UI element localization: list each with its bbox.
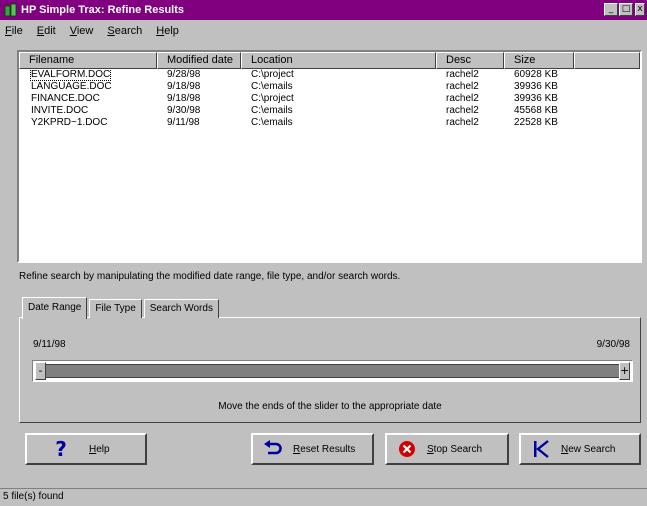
new-search-button[interactable]: New Search xyxy=(519,433,641,465)
slider-hint-text: Move the ends of the slider to the appro… xyxy=(218,401,442,412)
minimize-button[interactable]: _ xyxy=(604,3,618,16)
table-row[interactable]: LANGUAGE.DOC 9/18/98 C:\emails rachel2 3… xyxy=(19,81,640,93)
slider-max-date: 9/30/98 xyxy=(596,339,630,350)
slider-selected-range xyxy=(41,364,620,378)
cell-size: 39936 KB xyxy=(514,93,558,104)
cell-filename: FINANCE.DOC xyxy=(31,93,100,104)
question-mark-icon: ? xyxy=(51,439,71,459)
menu-edit[interactable]: Edit xyxy=(37,25,56,37)
status-bar: 5 file(s) found xyxy=(0,488,647,506)
cell-modified: 9/11/98 xyxy=(167,117,200,128)
cell-modified: 9/28/98 xyxy=(167,69,201,80)
instructions-text: Refine search by manipulating the modifi… xyxy=(19,271,401,282)
help-button-label: Help xyxy=(89,443,110,455)
help-button[interactable]: ? Help xyxy=(25,433,147,465)
slider-right-handle[interactable]: + xyxy=(619,362,630,380)
menu-help[interactable]: Help xyxy=(156,25,179,37)
menu-view[interactable]: View xyxy=(70,25,94,37)
cell-size: 22528 KB xyxy=(514,117,558,128)
list-header: Filename Modified date Location Desc Siz… xyxy=(19,52,640,69)
table-row[interactable]: INVITE.DOC 9/30/98 C:\emails rachel2 455… xyxy=(19,105,640,117)
cell-modified: 9/18/98 xyxy=(167,93,201,104)
column-header-size[interactable]: Size xyxy=(504,52,574,69)
maximize-button[interactable]: □ xyxy=(619,3,633,16)
cell-location: C:\emails xyxy=(251,81,293,92)
slider-min-date: 9/11/98 xyxy=(33,339,66,350)
close-button[interactable]: x xyxy=(635,3,645,16)
date-range-panel: 9/11/98 9/30/98 - + Move the ends of the… xyxy=(19,317,641,423)
cell-location: C:\project xyxy=(251,69,294,80)
new-search-label: New Search xyxy=(561,443,616,455)
cell-location: C:\emails xyxy=(251,117,293,128)
cell-filename: EVALFORM.DOC xyxy=(29,69,112,81)
date-range-slider[interactable]: - + xyxy=(32,360,633,382)
window-title: HP Simple Trax: Refine Results xyxy=(21,4,185,16)
tab-strip: Date Range File Type Search Words xyxy=(22,296,221,319)
tab-date-range[interactable]: Date Range xyxy=(22,297,88,319)
menu-search[interactable]: Search xyxy=(107,25,142,37)
cell-size: 39936 KB xyxy=(514,81,558,92)
cell-modified: 9/18/98 xyxy=(167,81,201,92)
reset-results-label: Reset Results xyxy=(293,443,356,455)
column-header-location[interactable]: Location xyxy=(241,52,436,69)
title-bar[interactable]: HP Simple Trax: Refine Results _ □ x xyxy=(0,0,647,20)
stop-icon xyxy=(397,439,417,459)
table-row[interactable]: EVALFORM.DOC 9/28/98 C:\project rachel2 … xyxy=(19,69,640,81)
table-row[interactable]: FINANCE.DOC 9/18/98 C:\project rachel2 3… xyxy=(19,93,640,105)
cell-filename: LANGUAGE.DOC xyxy=(31,81,112,92)
app-window: HP Simple Trax: Refine Results _ □ x Fil… xyxy=(0,0,647,506)
rewind-to-start-icon xyxy=(531,439,551,459)
cell-location: C:\project xyxy=(251,93,294,104)
menu-file[interactable]: File xyxy=(5,25,23,37)
stop-search-label: Stop Search xyxy=(427,443,483,455)
column-header-modified[interactable]: Modified date xyxy=(157,52,241,69)
cell-desc: rachel2 xyxy=(446,117,479,128)
cell-desc: rachel2 xyxy=(446,105,479,116)
cell-filename: Y2KPRD~1.DOC xyxy=(31,117,108,128)
cell-size: 60928 KB xyxy=(514,69,558,80)
undo-arrow-icon xyxy=(263,439,283,459)
cell-desc: rachel2 xyxy=(446,93,479,104)
menu-bar: File Edit View Search Help xyxy=(0,22,179,40)
cell-desc: rachel2 xyxy=(446,69,479,80)
reset-results-button[interactable]: Reset Results xyxy=(251,433,374,465)
tab-file-type[interactable]: File Type xyxy=(89,299,142,318)
help-icon-glyph: ? xyxy=(55,437,67,461)
cell-size: 45568 KB xyxy=(514,105,558,116)
cell-filename: INVITE.DOC xyxy=(31,105,89,116)
cell-desc: rachel2 xyxy=(446,81,479,92)
slider-left-handle[interactable]: - xyxy=(35,362,46,380)
column-header-spacer xyxy=(574,52,640,69)
cell-modified: 9/30/98 xyxy=(167,105,201,116)
stop-search-button[interactable]: Stop Search xyxy=(385,433,509,465)
column-header-filename[interactable]: Filename xyxy=(19,52,157,69)
results-list[interactable]: Filename Modified date Location Desc Siz… xyxy=(17,50,642,263)
column-header-desc[interactable]: Desc xyxy=(436,52,504,69)
tab-search-words[interactable]: Search Words xyxy=(143,299,219,318)
app-icon xyxy=(4,3,18,17)
cell-location: C:\emails xyxy=(251,105,293,116)
table-row[interactable]: Y2KPRD~1.DOC 9/11/98 C:\emails rachel2 2… xyxy=(19,117,640,129)
